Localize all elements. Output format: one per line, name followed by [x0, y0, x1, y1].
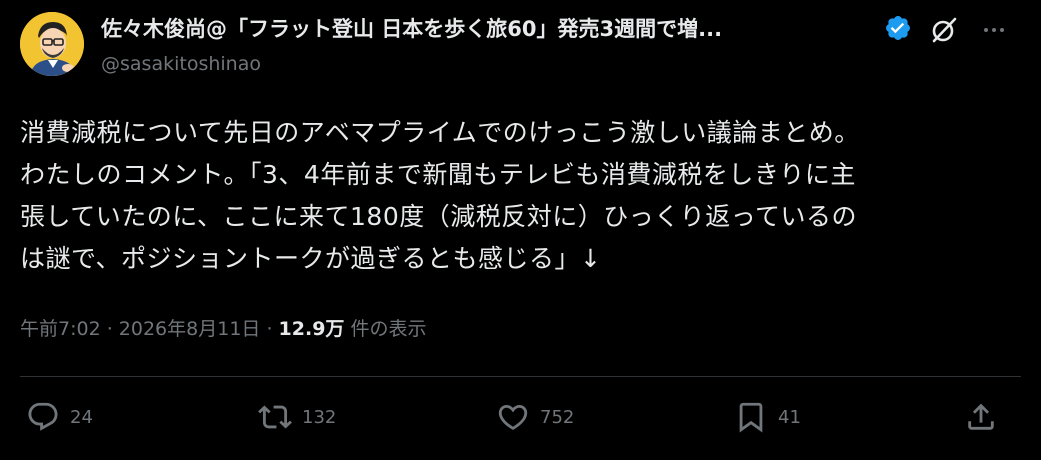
tweet-time[interactable]: 午前7:02 [20, 318, 101, 340]
meta-separator: · [100, 318, 119, 340]
heart-icon [498, 404, 528, 430]
tweet-meta: 午前7:02 · 2026年8月11日 · 12.9万 件の表示 [20, 312, 426, 346]
reply-count: 24 [70, 406, 93, 428]
user-handle[interactable]: @sasakitoshinao [101, 50, 261, 78]
like-count: 752 [540, 406, 575, 428]
share-icon [968, 403, 994, 430]
avatar[interactable] [20, 12, 84, 76]
tweet-line: わたしのコメント。「3、4年前まで新聞もテレビも消費減税をしきりに主 [20, 160, 856, 189]
bookmark-icon [739, 402, 763, 433]
grok-icon[interactable] [928, 14, 960, 46]
tweet-line: 消費減税について先日のアベマプライムでのけっこう激しい議論まとめ。 [20, 118, 860, 147]
share-button[interactable] [964, 399, 998, 435]
tweet-date[interactable]: 2026年8月11日 [119, 318, 261, 340]
views-label: 件の表示 [344, 318, 427, 340]
more-dots-icon[interactable] [978, 14, 1010, 46]
tweet-text: 消費減税について先日のアベマプライムでのけっこう激しい議論まとめ。 わたしのコメ… [20, 112, 1020, 280]
divider [20, 376, 1021, 377]
views-count[interactable]: 12.9万 [279, 318, 345, 340]
bookmark-count: 41 [778, 406, 801, 428]
reply-icon [28, 402, 58, 431]
tweet: 佐々木俊尚@「フラット登山 日本を歩く旅60」発売3週間で増... @sasak… [0, 0, 1041, 460]
retweet-count: 132 [302, 406, 337, 428]
avatar-image [20, 12, 84, 76]
like-button[interactable]: 752 [496, 399, 574, 435]
bookmark-button[interactable]: 41 [734, 399, 801, 435]
retweet-button[interactable]: 132 [258, 399, 336, 435]
reply-button[interactable]: 24 [26, 399, 93, 435]
verified-badge-icon[interactable] [884, 14, 912, 42]
meta-separator: · [260, 318, 279, 340]
retweet-icon [258, 405, 292, 429]
display-name[interactable]: 佐々木俊尚@「フラット登山 日本を歩く旅60」発売3週間で増... [101, 14, 871, 44]
tweet-line: は謎で、ポジショントークが過ぎるとも感じる」↓ [20, 244, 602, 273]
tweet-line: 張していたのに、ここに来て180度（減税反対に）ひっくり返っているの [20, 202, 857, 231]
